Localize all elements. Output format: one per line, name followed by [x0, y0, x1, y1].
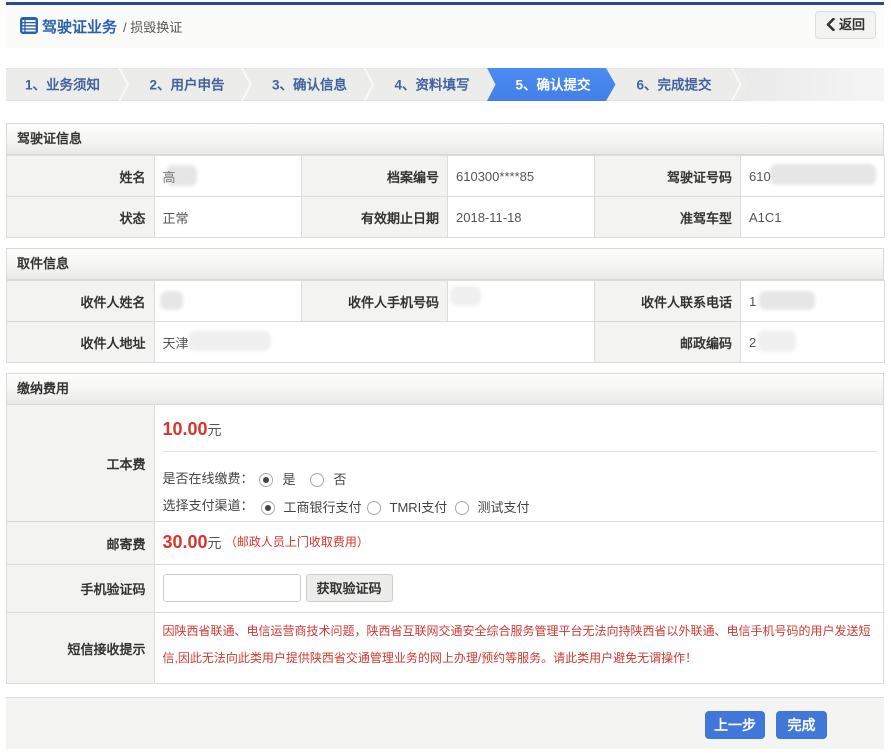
- svg-text:2、用户申告: 2、用户申告: [149, 77, 224, 93]
- svg-text:5、确认提交: 5、确认提交: [515, 77, 591, 93]
- svg-text:4、资料填写: 4、资料填写: [394, 77, 469, 93]
- svg-text:6、完成提交: 6、完成提交: [636, 77, 712, 93]
- svg-text:1、业务须知: 1、业务须知: [25, 77, 100, 93]
- svg-text:3、确认信息: 3、确认信息: [272, 77, 348, 93]
